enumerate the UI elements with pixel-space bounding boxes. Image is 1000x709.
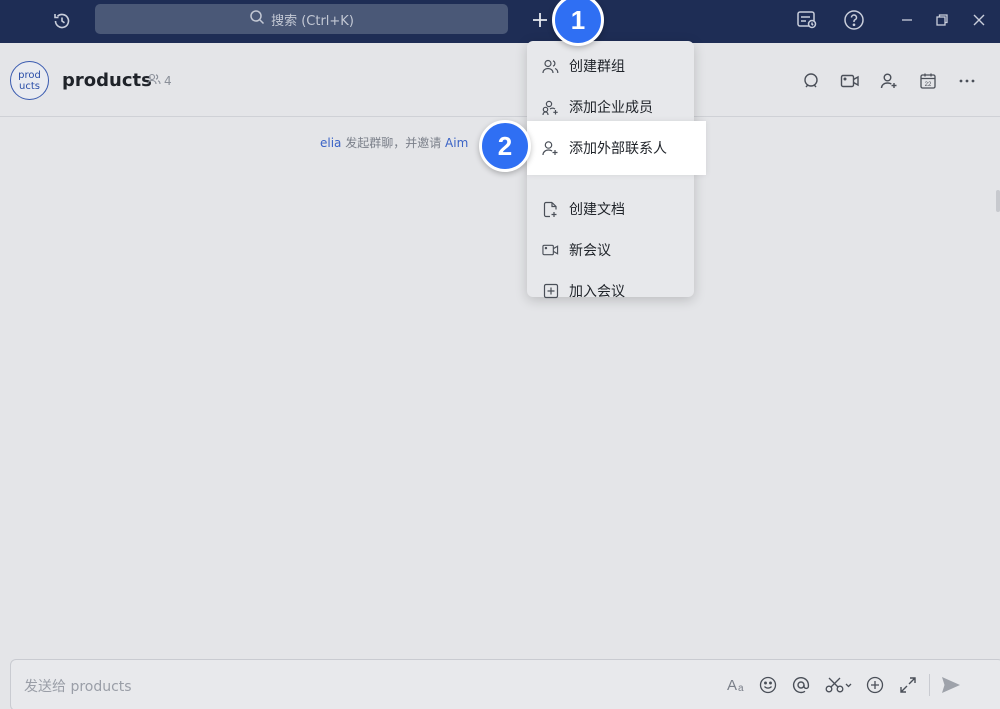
avatar-line-1: prod	[18, 69, 41, 81]
avatar-line-2: ucts	[19, 80, 40, 92]
group-icon	[542, 58, 559, 75]
menu-item-add-external-contact[interactable]: 添加外部联系人	[527, 128, 706, 168]
more-icon[interactable]	[955, 69, 979, 93]
search-input[interactable]: 搜索 (Ctrl+K)	[95, 4, 508, 34]
font-icon[interactable]: Aa	[724, 672, 750, 698]
new-doc-icon	[542, 201, 559, 218]
toolbar-divider	[929, 674, 930, 696]
minimize-icon[interactable]	[893, 6, 921, 34]
add-member-icon[interactable]	[877, 69, 901, 93]
menu-item-label: 加入会议	[569, 284, 625, 300]
step-2-badge: 2	[479, 120, 531, 172]
members-icon	[147, 73, 161, 88]
scissors-icon[interactable]	[823, 672, 855, 698]
expand-icon[interactable]	[895, 672, 921, 698]
join-meeting-icon	[542, 283, 559, 300]
menu-item-label: 创建群组	[569, 59, 625, 75]
top-bar: 搜索 (Ctrl+K)	[0, 0, 1000, 43]
video-icon	[542, 242, 559, 259]
svg-text:22: 22	[925, 82, 932, 88]
help-icon[interactable]	[840, 6, 868, 34]
add-contact-icon	[542, 140, 559, 157]
restore-icon[interactable]	[928, 6, 956, 34]
video-call-icon[interactable]	[838, 69, 862, 93]
composer-placeholder: 发送给 products	[24, 679, 132, 695]
add-icon[interactable]	[862, 672, 888, 698]
system-message-text: 发起群聊，并邀请	[341, 136, 446, 150]
highlight-add-external-contact: 添加外部联系人	[527, 121, 706, 175]
task-icon[interactable]	[793, 6, 821, 34]
search-placeholder: 搜索 (Ctrl+K)	[271, 13, 354, 29]
history-icon[interactable]	[48, 7, 76, 35]
send-icon[interactable]	[938, 672, 964, 698]
invitee-name[interactable]: Aim	[445, 136, 468, 150]
chat-header: prod ucts products 4 22	[0, 43, 1000, 117]
member-count[interactable]: 4	[147, 73, 172, 88]
inviter-name[interactable]: elia	[320, 136, 341, 150]
menu-item-create-doc[interactable]: 创建文档	[527, 189, 694, 229]
add-members-icon	[542, 99, 559, 116]
mention-icon[interactable]	[788, 672, 814, 698]
system-message: elia 发起群聊，并邀请 Aim	[320, 134, 468, 151]
chat-search-icon[interactable]	[799, 69, 823, 93]
emoji-icon[interactable]	[755, 672, 781, 698]
menu-item-label: 创建文档	[569, 202, 625, 218]
menu-item-label: 新会议	[569, 243, 611, 259]
search-icon	[249, 9, 265, 29]
menu-item-join-meeting[interactable]: 加入会议	[527, 271, 694, 311]
menu-item-label: 添加外部联系人	[569, 141, 667, 157]
menu-item-label: 添加企业成员	[569, 100, 653, 116]
chat-title[interactable]: products	[62, 70, 152, 91]
close-icon[interactable]	[965, 6, 993, 34]
calendar-icon[interactable]: 22	[916, 69, 940, 93]
avatar[interactable]: prod ucts	[10, 61, 49, 100]
menu-item-create-group[interactable]: 创建群组	[527, 46, 694, 86]
scrollbar[interactable]	[996, 190, 1000, 212]
svg-text:a: a	[738, 683, 744, 694]
menu-item-new-meeting[interactable]: 新会议	[527, 230, 694, 270]
message-composer[interactable]: 发送给 products Aa	[10, 659, 1000, 709]
member-count-value: 4	[164, 73, 172, 88]
svg-text:A: A	[727, 677, 737, 694]
